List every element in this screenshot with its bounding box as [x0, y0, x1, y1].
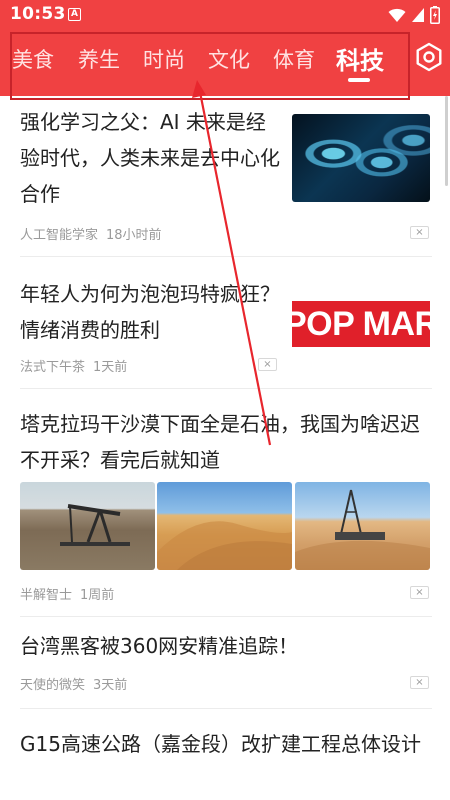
- battery-icon: [430, 6, 440, 24]
- article-time: 18小时前: [106, 228, 162, 243]
- status-icons: [388, 6, 440, 24]
- status-bar: 10:53 A: [0, 0, 450, 30]
- tab-sports[interactable]: 体育: [273, 44, 315, 74]
- divider: [20, 388, 432, 389]
- dune-illustration: [157, 521, 292, 570]
- article-time: 1天前: [93, 360, 128, 375]
- divider: [20, 616, 432, 617]
- signal-icon: [412, 8, 424, 22]
- tab-tech[interactable]: 科技: [336, 41, 384, 76]
- dismiss-button[interactable]: ×: [410, 586, 429, 599]
- article-time: 3天前: [93, 678, 128, 693]
- article-title[interactable]: 强化学习之父：AI 未来是经验时代，人类未来是去中心化合作: [20, 104, 282, 212]
- pumpjack-illustration: [60, 504, 130, 546]
- status-time: 10:53: [10, 4, 66, 24]
- tab-culture[interactable]: 文化: [208, 44, 250, 74]
- article-title[interactable]: 年轻人为何为泡泡玛特疯狂？情绪消费的胜利: [20, 276, 282, 348]
- divider: [20, 708, 432, 709]
- article-meta: 半解智士 1周前: [20, 584, 114, 603]
- article-title[interactable]: 塔克拉玛干沙漠下面全是石油，我国为啥迟迟不开采？看完后就知道: [20, 406, 432, 478]
- article-source: 法式下午茶: [20, 360, 86, 375]
- article-image-row[interactable]: [20, 482, 430, 570]
- oil-rig-photo[interactable]: [295, 482, 430, 570]
- article-title[interactable]: G15高速公路（嘉金段）改扩建工程总体设计: [20, 726, 432, 762]
- top-header: 10:53 A 美食 养生 时尚 文化 体育 科技: [0, 0, 450, 100]
- article-source: 天使的微笑: [20, 678, 86, 693]
- dismiss-button[interactable]: ×: [410, 676, 429, 689]
- notification-a-icon: A: [68, 8, 81, 21]
- scrollbar[interactable]: [445, 96, 448, 186]
- oil-pump-photo[interactable]: [20, 482, 155, 570]
- tab-food[interactable]: 美食: [12, 44, 54, 74]
- article-title[interactable]: 台湾黑客被360网安精准追踪！: [20, 628, 432, 664]
- category-tabs: 美食 养生 时尚 文化 体育 科技: [10, 32, 410, 100]
- article-meta: 天使的微笑 3天前: [20, 674, 127, 693]
- article-source: 半解智士: [20, 588, 73, 603]
- article-meta: 法式下午茶 1天前: [20, 356, 127, 375]
- popmart-logo-text: POP MART: [292, 301, 430, 347]
- derrick-illustration: [295, 489, 430, 570]
- divider: [20, 256, 432, 257]
- article-time: 1周前: [80, 588, 115, 603]
- article-thumbnail[interactable]: [292, 114, 430, 202]
- dismiss-button[interactable]: ×: [410, 226, 429, 239]
- wifi-icon: [388, 8, 406, 22]
- news-feed[interactable]: 强化学习之父：AI 未来是经验时代，人类未来是去中心化合作 人工智能学家 18小时…: [0, 96, 450, 800]
- tab-health[interactable]: 养生: [78, 44, 120, 74]
- article-source: 人工智能学家: [20, 228, 99, 243]
- desert-dunes-photo[interactable]: [157, 482, 292, 570]
- gear-icon[interactable]: [414, 42, 444, 72]
- tab-fashion[interactable]: 时尚: [143, 44, 185, 74]
- article-meta: 人工智能学家 18小时前: [20, 224, 162, 243]
- dismiss-button[interactable]: ×: [258, 358, 277, 371]
- active-tab-indicator: [348, 78, 370, 82]
- article-thumbnail[interactable]: POP MART: [292, 281, 430, 369]
